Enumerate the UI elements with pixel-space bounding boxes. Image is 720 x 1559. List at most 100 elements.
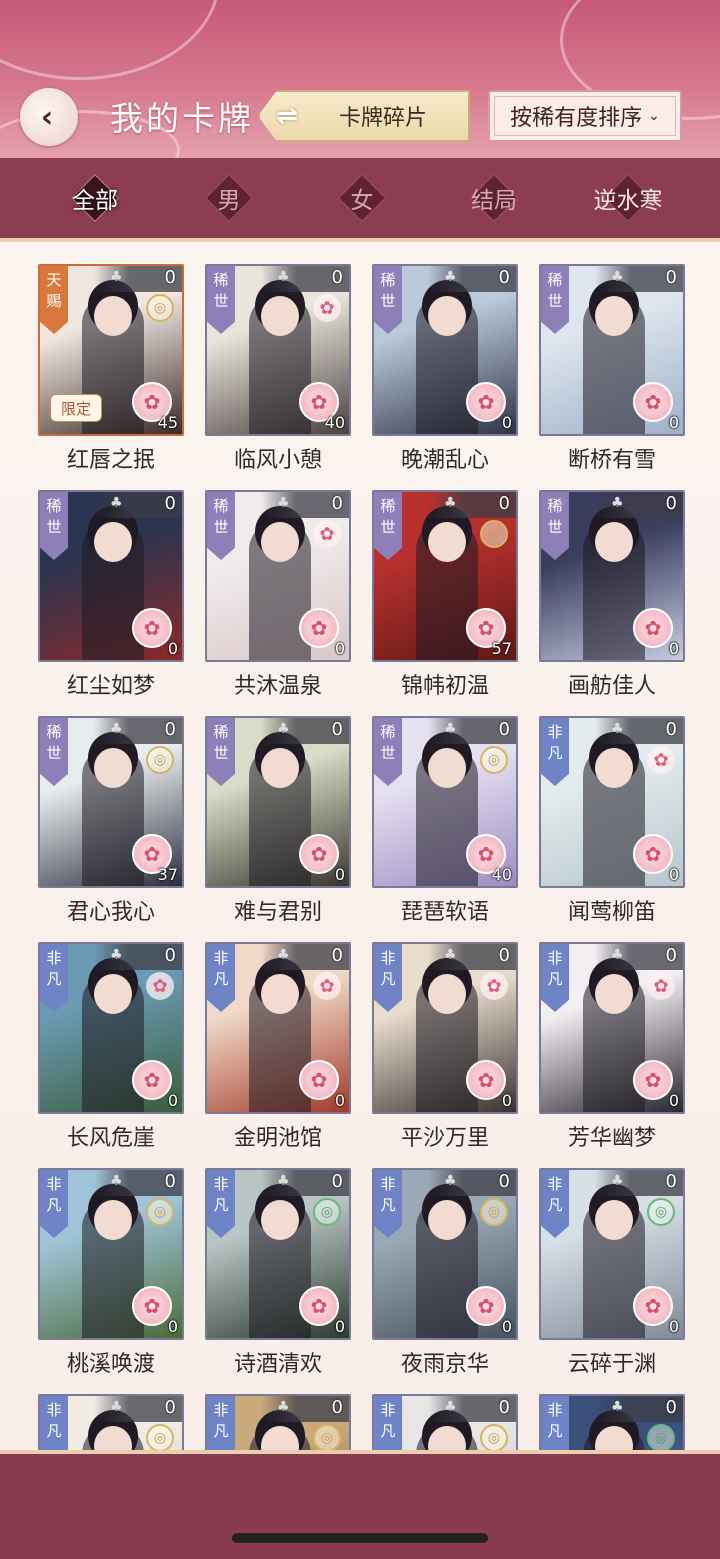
rarity-char: 非 <box>380 949 396 967</box>
card-frame[interactable]: ♣ 0 稀 世 ✿ 0 <box>372 264 518 436</box>
fragment-icon: ✿ <box>299 1060 339 1100</box>
card-cell[interactable]: ♣ 0 非 凡 ◎ <box>38 1394 184 1450</box>
coin-emblem-icon: ◎ <box>480 1198 508 1226</box>
card-fragments-toggle-button[interactable]: ⇌ 卡牌碎片 <box>258 90 470 142</box>
card-cell[interactable]: ♣ 0 非 凡 ◎ <box>539 1394 685 1450</box>
filter-tabs: 全部 男 女 结局 逆水寒 <box>0 158 720 238</box>
card-cell[interactable]: ♣ 0 非 凡 ◎ ✿ 0 诗酒清欢 <box>205 1168 351 1390</box>
card-cell[interactable]: ♣ 0 非 凡 ◎ <box>205 1394 351 1450</box>
rarity-char: 稀 <box>380 497 396 515</box>
card-cell[interactable]: ♣ 0 稀 世 ✿ 0 断桥有雪 <box>539 264 685 486</box>
card-frame[interactable]: ♣ 0 稀 世 ◎ ✿ 57 <box>372 490 518 662</box>
fragment-icon: ✿ <box>633 382 673 422</box>
card-frame[interactable]: ♣ 0 稀 世 ◎ ✿ 40 <box>372 716 518 888</box>
card-frame[interactable]: ♣ 0 非 凡 ◎ ✿ 0 <box>539 1168 685 1340</box>
rarity-char: 稀 <box>380 271 396 289</box>
card-cell[interactable]: ♣ 0 稀 世 ✿ 0 画舫佳人 <box>539 490 685 712</box>
card-frame[interactable]: ♣ 0 稀 世 ✿ 0 <box>38 490 184 662</box>
card-cell[interactable]: ♣ 0 非 凡 ◎ ✿ 0 云碎于渊 <box>539 1168 685 1390</box>
card-frame[interactable]: ♣ 0 非 凡 ◎ <box>539 1394 685 1450</box>
card-frame[interactable]: ♣ 0 稀 世 ✿ ✿ 0 <box>205 490 351 662</box>
card-frame[interactable]: ♣ 0 天 赐 ◎ 限定 ✿ 45 <box>38 264 184 436</box>
card-name: 夜雨京华 <box>400 1352 489 1377</box>
card-cell[interactable]: ♣ 0 稀 世 ◎ ✿ 40 琵琶软语 <box>372 716 518 938</box>
card-name: 临风小憩 <box>233 448 322 473</box>
card-cell[interactable]: ♣ 0 非 凡 ◎ ✿ 0 夜雨京华 <box>372 1168 518 1390</box>
card-cell[interactable]: ♣ 0 稀 世 ◎ ✿ 57 锦帏初温 <box>372 490 518 712</box>
card-cell[interactable]: ♣ 0 非 凡 ✿ ✿ 0 闻莺柳笛 <box>539 716 685 938</box>
card-frame[interactable]: ♣ 0 稀 世 ✿ ✿ 40 <box>205 264 351 436</box>
card-frame[interactable]: ♣ 0 非 凡 ◎ ✿ 0 <box>372 1168 518 1340</box>
card-figure-head <box>261 1200 299 1240</box>
card-cell[interactable]: ♣ 0 非 凡 ✿ ✿ 0 长风危崖 <box>38 942 184 1164</box>
card-cell[interactable]: ♣ 0 非 凡 ✿ ✿ 0 芳华幽梦 <box>539 942 685 1164</box>
card-figure-head <box>94 1200 132 1240</box>
rarity-char: 非 <box>380 1175 396 1193</box>
fragment-count: 40 <box>324 413 345 432</box>
rarity-char: 非 <box>46 1175 62 1193</box>
clover-icon: ♣ <box>110 495 123 511</box>
rarity-char: 凡 <box>213 1196 229 1214</box>
card-cell[interactable]: ♣ 0 天 赐 ◎ 限定 ✿ 45 红唇之抿 <box>38 264 184 486</box>
card-frame[interactable]: ♣ 0 非 凡 ◎ <box>38 1394 184 1450</box>
fragment-icon: ✿ <box>299 834 339 874</box>
card-frame[interactable]: ♣ 0 稀 世 ✿ 0 <box>539 264 685 436</box>
rarity-char: 非 <box>380 1401 396 1419</box>
fragment-count: 0 <box>668 413 679 432</box>
card-name: 君心我心 <box>66 900 155 925</box>
card-frame[interactable]: ♣ 0 稀 世 ◎ ✿ 37 <box>38 716 184 888</box>
card-frame[interactable]: ♣ 0 非 凡 ◎ ✿ 0 <box>38 1168 184 1340</box>
card-frame[interactable]: ♣ 0 非 凡 ✿ ✿ 0 <box>539 716 685 888</box>
rarity-tag: 天 赐 <box>40 266 68 334</box>
swap-arrows-icon: ⇌ <box>276 101 298 131</box>
fragment-icon: ✿ <box>132 608 172 648</box>
rarity-char: 凡 <box>46 1422 62 1440</box>
card-frame[interactable]: ♣ 0 非 凡 ◎ <box>205 1394 351 1450</box>
clover-icon: ♣ <box>611 1173 624 1189</box>
card-frame[interactable]: ♣ 0 非 凡 ✿ ✿ 0 <box>539 942 685 1114</box>
fragment-icon: ✿ <box>633 834 673 874</box>
tab-nishuihan[interactable]: 逆水寒 <box>578 173 678 223</box>
sort-dropdown[interactable]: 按稀有度排序 ⌄ <box>488 90 682 142</box>
card-count: 0 <box>331 945 343 966</box>
tab-ending[interactable]: 结局 <box>444 173 544 223</box>
card-cell[interactable]: ♣ 0 稀 世 ✿ 0 难与君别 <box>205 716 351 938</box>
fragment-count: 45 <box>157 413 178 432</box>
card-figure-head <box>595 1200 633 1240</box>
clover-icon: ♣ <box>110 269 123 285</box>
coin-emblem-icon: ◎ <box>146 1424 174 1450</box>
card-frame[interactable]: ♣ 0 稀 世 ✿ 0 <box>539 490 685 662</box>
tab-label: 全部 <box>72 188 118 214</box>
tab-male[interactable]: 男 <box>179 173 279 223</box>
rarity-char: 稀 <box>380 723 396 741</box>
card-cell[interactable]: ♣ 0 稀 世 ✿ ✿ 40 临风小憩 <box>205 264 351 486</box>
fragment-count: 0 <box>167 1091 178 1110</box>
clover-icon: ♣ <box>611 495 624 511</box>
card-frame[interactable]: ♣ 0 非 凡 ✿ ✿ 0 <box>372 942 518 1114</box>
tab-all[interactable]: 全部 <box>45 173 145 223</box>
card-cell[interactable]: ♣ 0 稀 世 ✿ 0 红尘如梦 <box>38 490 184 712</box>
card-frame[interactable]: ♣ 0 非 凡 ◎ <box>372 1394 518 1450</box>
card-figure-head <box>94 522 132 562</box>
fragment-icon: ✿ <box>299 1286 339 1326</box>
card-cell[interactable]: ♣ 0 稀 世 ✿ ✿ 0 共沐温泉 <box>205 490 351 712</box>
chevron-down-icon: ⌄ <box>648 108 660 124</box>
rarity-tag: 稀 世 <box>374 266 402 334</box>
card-cell[interactable]: ♣ 0 稀 世 ✿ 0 晚潮乱心 <box>372 264 518 486</box>
card-frame[interactable]: ♣ 0 非 凡 ◎ ✿ 0 <box>205 1168 351 1340</box>
card-frame[interactable]: ♣ 0 非 凡 ✿ ✿ 0 <box>205 942 351 1114</box>
card-frame[interactable]: ♣ 0 稀 世 ✿ 0 <box>205 716 351 888</box>
card-cell[interactable]: ♣ 0 非 凡 ◎ ✿ 0 桃溪唤渡 <box>38 1168 184 1390</box>
back-button[interactable]: ‹ <box>20 88 78 146</box>
home-indicator[interactable] <box>232 1533 488 1543</box>
rarity-tag: 稀 世 <box>207 492 235 560</box>
card-cell[interactable]: ♣ 0 稀 世 ◎ ✿ 37 君心我心 <box>38 716 184 938</box>
card-cell[interactable]: ♣ 0 非 凡 ◎ <box>372 1394 518 1450</box>
card-cell[interactable]: ♣ 0 非 凡 ✿ ✿ 0 金明池馆 <box>205 942 351 1164</box>
tab-female[interactable]: 女 <box>312 173 412 223</box>
rarity-tag: 稀 世 <box>374 492 402 560</box>
rarity-char: 非 <box>547 1175 563 1193</box>
card-frame[interactable]: ♣ 0 非 凡 ✿ ✿ 0 <box>38 942 184 1114</box>
card-cell[interactable]: ♣ 0 非 凡 ✿ ✿ 0 平沙万里 <box>372 942 518 1164</box>
card-figure-head <box>428 296 466 336</box>
